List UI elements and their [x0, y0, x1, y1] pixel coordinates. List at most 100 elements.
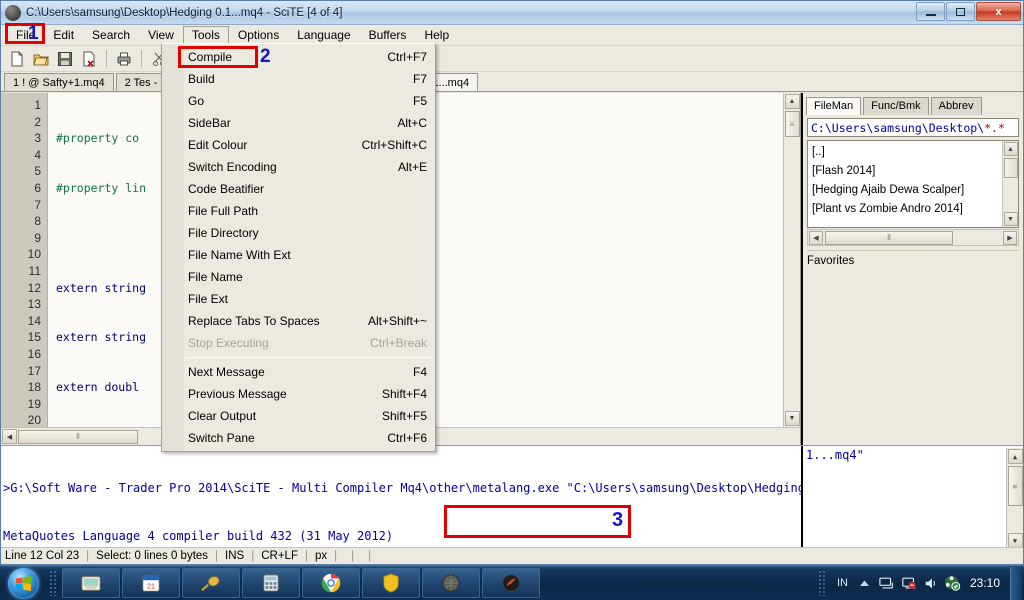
taskbar-item-explorer[interactable]: [62, 568, 120, 598]
menu-view[interactable]: View: [139, 26, 183, 44]
output-console[interactable]: >G:\Soft Ware - Trader Pro 2014\SciTE - …: [1, 446, 801, 549]
favorites-list[interactable]: [807, 269, 1019, 441]
sidebar-tab-funcbmk[interactable]: Func/Bmk: [863, 97, 929, 115]
file-list-vscroll-thumb[interactable]: [1003, 158, 1018, 178]
menu-item-file-directory[interactable]: File Directory: [162, 222, 435, 244]
status-separator: |: [351, 550, 355, 562]
scroll-down-icon[interactable]: ▼: [784, 411, 800, 426]
minimize-button[interactable]: [916, 2, 945, 21]
file-list-item[interactable]: [Plant vs Zombie Andro 2014]: [812, 200, 1002, 219]
menu-language[interactable]: Language: [288, 26, 359, 44]
scroll-up-icon[interactable]: ▲: [1007, 449, 1023, 464]
menu-item-file-name-with-ext[interactable]: File Name With Ext: [162, 244, 435, 266]
menu-item-next-message[interactable]: Next Message F4: [162, 361, 435, 383]
menu-item-file-name[interactable]: File Name: [162, 266, 435, 288]
scroll-left-icon[interactable]: ◀: [2, 429, 17, 444]
taskbar-item-mediaplayer[interactable]: [482, 568, 540, 598]
scroll-up-icon[interactable]: ▲: [784, 94, 800, 109]
new-file-button[interactable]: [6, 48, 28, 70]
menu-buffers[interactable]: Buffers: [360, 26, 416, 44]
start-button[interactable]: [2, 567, 44, 600]
line-number: 17: [27, 363, 41, 378]
taskbar-item-calendar[interactable]: 21: [122, 568, 180, 598]
buffer-tab-2[interactable]: 2 Tes -: [115, 73, 167, 91]
menu-item-accel: Ctrl+Shift+C: [361, 138, 427, 152]
sidebar-tab-fileman[interactable]: FileMan: [806, 97, 862, 115]
file-list[interactable]: [..] [Flash 2014] [Hedging Ajaib Dewa Sc…: [808, 141, 1002, 227]
scroll-left-icon[interactable]: ◀: [809, 230, 823, 245]
menu-search[interactable]: Search: [83, 26, 139, 44]
taskbar-grip[interactable]: [49, 570, 57, 596]
line-number: 8: [34, 214, 41, 229]
output-pane: >G:\Soft Ware - Trader Pro 2014\SciTE - …: [1, 445, 1023, 549]
menu-edit[interactable]: Edit: [44, 26, 83, 44]
menu-item-build[interactable]: Build F7: [162, 68, 435, 90]
menu-item-edit-colour[interactable]: Edit Colour Ctrl+Shift+C: [162, 134, 435, 156]
taskbar-item-comet[interactable]: [182, 568, 240, 598]
menu-item-code-beatifier[interactable]: Code Beatifier: [162, 178, 435, 200]
menu-item-replace-tabs-to-spaces[interactable]: Replace Tabs To Spaces Alt+Shift+~: [162, 310, 435, 332]
output-vscroll-thumb[interactable]: ≡: [1007, 466, 1023, 506]
scroll-right-icon[interactable]: ▶: [1003, 230, 1017, 245]
editor-hscroll-thumb[interactable]: ⦀: [18, 429, 138, 444]
menu-item-file-full-path[interactable]: File Full Path: [162, 200, 435, 222]
file-list-item[interactable]: [Flash 2014]: [812, 162, 1002, 181]
menu-item-sidebar[interactable]: SideBar Alt+C: [162, 112, 435, 134]
menu-item-accel: Alt+C: [397, 116, 427, 130]
file-list-hscroll-thumb[interactable]: ⦀: [825, 230, 953, 245]
output-vertical-scrollbar[interactable]: ▲ ≡ ▼: [1006, 448, 1023, 549]
menu-item-switch-pane[interactable]: Switch Pane Ctrl+F6: [162, 427, 435, 449]
volume-icon[interactable]: [920, 576, 942, 591]
menu-item-label: File Name With Ext: [188, 248, 291, 262]
maximize-button[interactable]: [946, 2, 975, 21]
status-separator: |: [368, 550, 372, 562]
output-continuation-text: 1...mq4": [806, 448, 864, 462]
line-number-gutter: 1 2 3 4 5 6 7 8 9 10 11 12 13 14 15 16 1…: [1, 93, 48, 427]
open-file-button[interactable]: [30, 48, 52, 70]
tray-language-indicator[interactable]: IN: [831, 577, 854, 589]
menu-separator: [186, 357, 433, 358]
menu-item-switch-encoding[interactable]: Switch Encoding Alt+E: [162, 156, 435, 178]
action-center-icon[interactable]: [898, 576, 920, 591]
editor-vertical-scrollbar[interactable]: ▲ ≡ ▼: [783, 93, 800, 427]
network-icon[interactable]: [876, 576, 898, 591]
path-wildcard: *.*: [984, 120, 1005, 135]
menu-item-clear-output[interactable]: Clear Output Shift+F5: [162, 405, 435, 427]
antivirus-icon[interactable]: [942, 575, 964, 591]
menu-item-file-ext[interactable]: File Ext: [162, 288, 435, 310]
print-button[interactable]: [113, 48, 135, 70]
show-desktop-button[interactable]: [1010, 566, 1022, 600]
buffer-tab-1[interactable]: 1 ! @ Safty+1.mq4: [4, 73, 114, 91]
taskbar-item-scite[interactable]: [422, 568, 480, 598]
menu-item-label: Switch Encoding: [188, 160, 277, 174]
file-list-vertical-scrollbar[interactable]: ▲ ▼: [1002, 141, 1018, 227]
file-list-item[interactable]: [Hedging Ajaib Dewa Scalper]: [812, 181, 1002, 200]
menu-options[interactable]: Options: [229, 26, 288, 44]
scroll-down-icon[interactable]: ▼: [1007, 533, 1023, 548]
save-file-button[interactable]: [54, 48, 76, 70]
tray-grip[interactable]: [817, 570, 826, 596]
taskbar-item-calculator[interactable]: [242, 568, 300, 598]
taskbar-item-chrome[interactable]: [302, 568, 360, 598]
status-separator: |: [304, 550, 308, 562]
menu-help[interactable]: Help: [415, 26, 458, 44]
menu-item-go[interactable]: Go F5: [162, 90, 435, 112]
close-button[interactable]: x: [976, 2, 1021, 21]
menu-tools[interactable]: Tools: [182, 26, 229, 44]
scroll-down-icon[interactable]: ▼: [1003, 212, 1018, 226]
file-list-horizontal-scrollbar[interactable]: ◀ ⦀ ▶: [807, 229, 1019, 246]
editor-vscroll-thumb[interactable]: ≡: [784, 111, 800, 137]
taskbar-item-shield[interactable]: [362, 568, 420, 598]
file-list-item[interactable]: [..]: [812, 143, 1002, 162]
scroll-up-icon[interactable]: ▲: [1003, 142, 1018, 156]
sidebar-tab-abbrev[interactable]: Abbrev: [930, 97, 982, 115]
menu-item-compile[interactable]: Compile Ctrl+F7: [162, 46, 435, 68]
path-input[interactable]: C:\Users\samsung\Desktop\ *.*: [807, 118, 1019, 137]
menu-item-label: Stop Executing: [188, 336, 269, 350]
show-hidden-icons-icon[interactable]: [854, 579, 876, 587]
close-file-button[interactable]: [78, 48, 100, 70]
taskbar: 21 IN 23:10: [0, 565, 1024, 600]
taskbar-clock[interactable]: 23:10: [964, 576, 1010, 590]
menu-item-previous-message[interactable]: Previous Message Shift+F4: [162, 383, 435, 405]
menu-bar: File Edit Search View Tools Options Lang…: [1, 25, 1023, 46]
